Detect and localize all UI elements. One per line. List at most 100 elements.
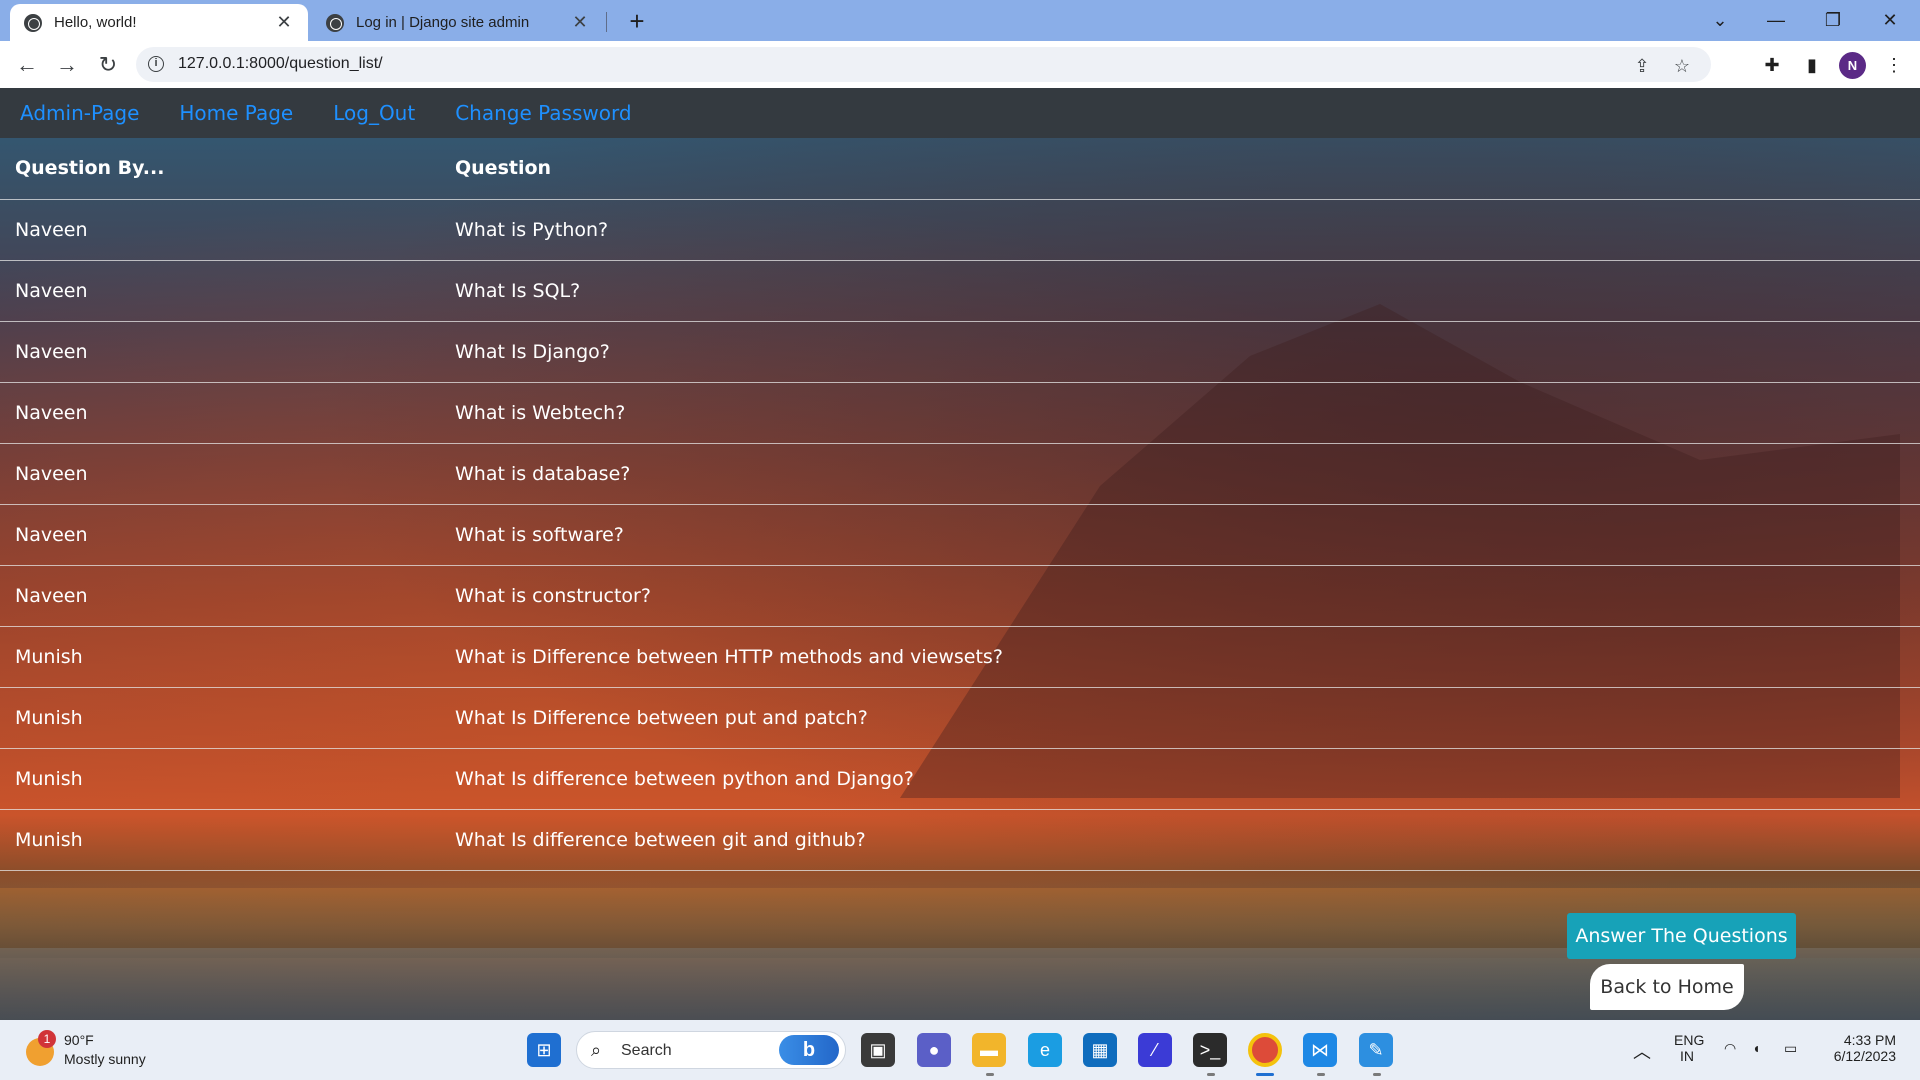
table-row: Naveen What is database? bbox=[0, 443, 1920, 504]
question-author: Naveen bbox=[15, 523, 88, 546]
site-navbar: Admin-Page Home Page Log_Out Change Pass… bbox=[0, 88, 1920, 138]
url-text: 127.0.0.1:8000/question_list/ bbox=[178, 55, 383, 72]
search-icon: ⌕ bbox=[591, 1040, 602, 1060]
volume-icon[interactable]: ◖ bbox=[1752, 1040, 1760, 1056]
reload-button[interactable]: ↻ bbox=[92, 49, 124, 81]
window-close-button[interactable]: ✕ bbox=[1870, 6, 1910, 34]
tab-separator bbox=[606, 12, 607, 32]
table-row: Naveen What is Python? bbox=[0, 199, 1920, 260]
running-indicator bbox=[1207, 1073, 1215, 1076]
taskbar-search[interactable]: ⌕ Search b bbox=[576, 1031, 846, 1069]
wifi-icon[interactable]: ◠ bbox=[1724, 1040, 1736, 1057]
language-code: ENG bbox=[1674, 1032, 1705, 1048]
globe-icon bbox=[326, 13, 344, 32]
windows-taskbar: 1 90°F Mostly sunny ⊞ ⌕ Search b ▣ ● ▬ e… bbox=[0, 1020, 1920, 1080]
address-bar[interactable]: i 127.0.0.1:8000/question_list/ ☆ ⇪ bbox=[136, 47, 1711, 82]
tab-title: Hello, world! bbox=[54, 14, 137, 31]
windows-start-icon[interactable]: ⊞ bbox=[527, 1033, 561, 1067]
table-row: Munish What is Difference between HTTP me… bbox=[0, 626, 1920, 687]
question-text: What is constructor? bbox=[455, 584, 651, 607]
weather-widget[interactable]: 1 90°F Mostly sunny bbox=[26, 1030, 166, 1070]
question-text: What is software? bbox=[455, 523, 624, 546]
clock-time: 4:33 PM bbox=[1843, 1032, 1896, 1048]
page-content: Admin-Page Home Page Log_Out Change Pass… bbox=[0, 88, 1920, 1020]
close-icon[interactable]: ✕ bbox=[570, 12, 590, 33]
task-view-icon[interactable]: ▣ bbox=[861, 1033, 895, 1067]
question-text: What Is SQL? bbox=[455, 279, 581, 302]
restore-button[interactable]: ❐ bbox=[1813, 6, 1853, 34]
question-text: What Is difference between git and githu… bbox=[455, 828, 866, 851]
tab-search-icon[interactable]: ⌄ bbox=[1700, 6, 1740, 34]
question-author: Munish bbox=[15, 828, 83, 851]
language-indicator[interactable]: ENG IN bbox=[1674, 1032, 1704, 1064]
tab-hello-world[interactable]: Hello, world! ✕ bbox=[10, 4, 308, 41]
weather-condition: Mostly sunny bbox=[64, 1051, 146, 1067]
avatar[interactable]: N bbox=[1839, 52, 1866, 79]
question-text: What is Difference between HTTP methods … bbox=[455, 645, 1003, 668]
teams-chat-icon[interactable]: ● bbox=[917, 1033, 951, 1067]
table-row: Naveen What is software? bbox=[0, 504, 1920, 565]
bing-icon[interactable]: b bbox=[779, 1035, 839, 1065]
clock-date: 6/12/2023 bbox=[1833, 1048, 1896, 1064]
table-row: Munish What Is difference between git and… bbox=[0, 809, 1920, 870]
vscode-icon[interactable]: ⋈ bbox=[1303, 1033, 1337, 1067]
weather-temperature: 90°F bbox=[64, 1032, 94, 1048]
tab-title: Log in | Django site admin bbox=[356, 14, 530, 31]
notification-badge: 1 bbox=[38, 1030, 56, 1048]
table-row: Munish What Is difference between python … bbox=[0, 748, 1920, 809]
question-text: What Is difference between python and Dj… bbox=[455, 767, 914, 790]
nav-admin-page-link[interactable]: Admin-Page bbox=[20, 101, 139, 125]
question-author: Naveen bbox=[15, 584, 88, 607]
nav-logout-link[interactable]: Log_Out bbox=[333, 101, 415, 125]
menu-icon[interactable]: ⋮ bbox=[1882, 53, 1906, 77]
question-author: Munish bbox=[15, 645, 83, 668]
forward-button[interactable]: → bbox=[51, 49, 83, 81]
question-author: Naveen bbox=[15, 340, 88, 363]
running-indicator bbox=[986, 1073, 994, 1076]
question-author: Munish bbox=[15, 706, 83, 729]
clock[interactable]: 4:33 PM 6/12/2023 bbox=[1826, 1032, 1896, 1064]
file-explorer-icon[interactable]: ▬ bbox=[972, 1033, 1006, 1067]
side-panel-icon[interactable]: ▮ bbox=[1800, 53, 1824, 77]
table-header-row: Question By... Question bbox=[0, 138, 1920, 199]
back-button[interactable]: ← bbox=[11, 49, 43, 81]
chrome-icon[interactable] bbox=[1248, 1033, 1282, 1067]
edge-icon[interactable]: e bbox=[1028, 1033, 1062, 1067]
table-row: Munish What Is Difference between put and… bbox=[0, 687, 1920, 748]
app-icon[interactable]: ⁄ bbox=[1138, 1033, 1172, 1067]
running-indicator bbox=[1256, 1073, 1274, 1076]
question-text: What Is Difference between put and patch… bbox=[455, 706, 868, 729]
column-header-question-by: Question By... bbox=[15, 157, 165, 180]
back-to-home-button[interactable]: Back to Home bbox=[1590, 964, 1744, 1010]
question-table: Question By... Question Naveen What is Py… bbox=[0, 138, 1920, 871]
question-text: What is Webtech? bbox=[455, 401, 626, 424]
answer-questions-button[interactable]: Answer The Questions bbox=[1567, 913, 1796, 959]
nav-home-page-link[interactable]: Home Page bbox=[179, 101, 293, 125]
close-icon[interactable]: ✕ bbox=[274, 12, 294, 33]
info-icon[interactable]: i bbox=[148, 56, 164, 72]
table-row: Naveen What is Webtech? bbox=[0, 382, 1920, 443]
search-label: Search bbox=[621, 1042, 672, 1059]
minimize-button[interactable]: — bbox=[1756, 6, 1796, 34]
table-row: Naveen What Is SQL? bbox=[0, 260, 1920, 321]
nav-change-password-link[interactable]: Change Password bbox=[455, 101, 631, 125]
browser-toolbar: ← → ↻ i 127.0.0.1:8000/question_list/ ☆ … bbox=[0, 41, 1920, 88]
share-icon[interactable]: ⇪ bbox=[1631, 55, 1653, 77]
question-author: Naveen bbox=[15, 462, 88, 485]
tab-django-admin[interactable]: Log in | Django site admin ✕ bbox=[312, 4, 604, 41]
question-text: What is Python? bbox=[455, 218, 609, 241]
terminal-icon[interactable]: >_ bbox=[1193, 1033, 1227, 1067]
new-tab-button[interactable]: + bbox=[622, 6, 652, 36]
extensions-icon[interactable]: ✚ bbox=[1760, 53, 1784, 77]
table-row: Naveen What Is Django? bbox=[0, 321, 1920, 382]
question-text: What Is Django? bbox=[455, 340, 610, 363]
globe-icon bbox=[24, 13, 42, 32]
microsoft-store-icon[interactable]: ▦ bbox=[1083, 1033, 1117, 1067]
column-header-question: Question bbox=[455, 157, 552, 180]
battery-icon[interactable]: ▭ bbox=[1784, 1040, 1797, 1057]
star-icon[interactable]: ☆ bbox=[1671, 55, 1693, 77]
browser-tab-bar: Hello, world! ✕ Log in | Django site adm… bbox=[0, 0, 1920, 41]
chevron-up-icon[interactable]: ︿ bbox=[1633, 1038, 1651, 1064]
region-code: IN bbox=[1680, 1048, 1694, 1064]
paint-icon[interactable]: ✎ bbox=[1359, 1033, 1393, 1067]
